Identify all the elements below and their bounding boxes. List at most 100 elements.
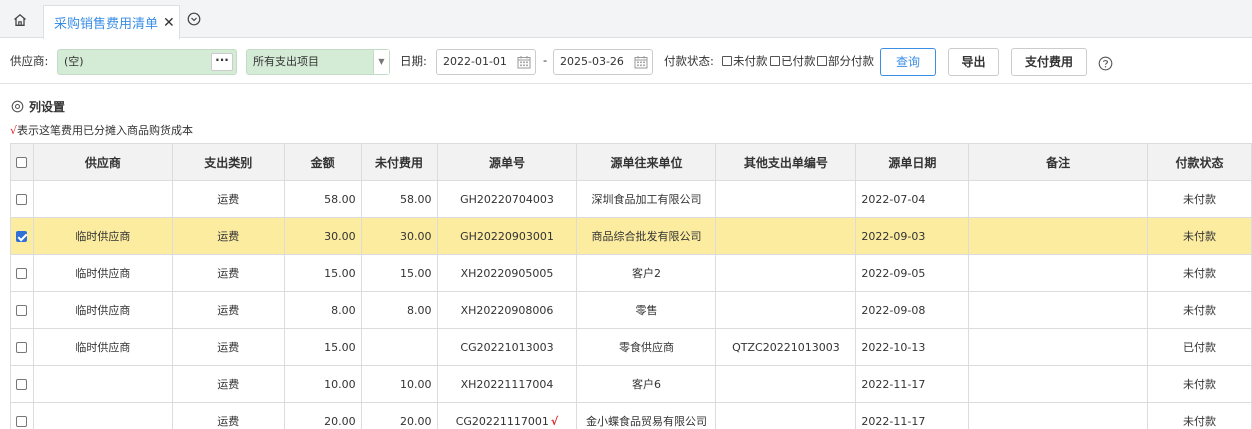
cell-supplier: 临时供应商 xyxy=(32,328,173,366)
cell-amount: 15.00 xyxy=(283,254,362,292)
row-select-cell[interactable] xyxy=(10,365,34,403)
tab-expense-list[interactable]: 采购销售费用清单 ✕ xyxy=(43,5,180,39)
calendar-icon[interactable] xyxy=(517,55,531,69)
header-select-all[interactable] xyxy=(10,143,34,181)
query-button[interactable]: 查询 xyxy=(880,48,936,76)
row-select-cell[interactable] xyxy=(10,291,34,329)
checkbox-box[interactable] xyxy=(770,56,780,66)
row-select-cell[interactable] xyxy=(10,217,34,255)
home-button[interactable] xyxy=(4,6,36,34)
cell-other-expense-no xyxy=(715,217,857,255)
header-unpaid[interactable]: 未付费用 xyxy=(360,143,438,181)
row-select-cell[interactable] xyxy=(10,180,34,218)
cell-pay-status-text: 未付款 xyxy=(1183,378,1216,391)
row-checkbox[interactable] xyxy=(16,379,28,390)
cell-category: 运费 xyxy=(171,291,285,329)
row-checkbox[interactable] xyxy=(16,416,28,427)
cell-supplier-text: 临时供应商 xyxy=(75,341,131,354)
cell-other-expense-no-text: QTZC20221013003 xyxy=(732,340,840,354)
cell-category-text: 运费 xyxy=(217,304,240,317)
supplier-more-button[interactable]: ··· xyxy=(211,53,233,71)
note-text: 表示这笔费用已分摊入商品购货成本 xyxy=(17,124,194,137)
cell-pay-status: 未付款 xyxy=(1147,402,1252,429)
cell-unpaid: 30.00 xyxy=(360,217,438,255)
cell-source-party: 客户6 xyxy=(576,365,717,403)
cell-amount: 20.00 xyxy=(283,402,362,429)
cell-source-party: 零售 xyxy=(576,291,717,329)
cell-source-date: 2022-09-08 xyxy=(855,291,970,329)
cell-source-no-text: CG20221013003 xyxy=(460,340,554,354)
cell-pay-status-text: 未付款 xyxy=(1183,267,1216,280)
cell-unpaid-text: 58.00 xyxy=(400,192,432,206)
pay-expense-button[interactable]: 支付费用 xyxy=(1011,48,1087,76)
column-settings-button[interactable]: 列设置 xyxy=(11,98,65,115)
row-select-cell[interactable] xyxy=(10,402,34,429)
cell-source-party-text: 零售 xyxy=(635,304,658,317)
row-select-cell[interactable] xyxy=(10,254,34,292)
cell-amount-text: 15.00 xyxy=(324,266,356,280)
calendar-icon[interactable] xyxy=(634,55,648,69)
cell-other-expense-no xyxy=(715,180,857,218)
header-other-expense-no[interactable]: 其他支出单编号 xyxy=(715,143,857,181)
row-checkbox[interactable] xyxy=(16,268,28,279)
row-checkbox[interactable] xyxy=(16,305,28,316)
status-unpaid-checkbox[interactable]: 未付款 xyxy=(722,53,768,69)
checkbox-box[interactable] xyxy=(722,56,732,66)
cell-amount: 30.00 xyxy=(283,217,362,255)
pay-status-label: 付款状态: xyxy=(664,54,714,68)
export-button[interactable]: 导出 xyxy=(948,48,999,76)
cell-supplier-text: 临时供应商 xyxy=(75,267,131,280)
supplier-input[interactable]: (空) ··· xyxy=(57,49,237,75)
chevron-down-circle-icon[interactable] xyxy=(186,11,202,27)
table-row[interactable]: 临时供应商 运费 15.00 15.00 XH20220905005 客户2 2022-09… xyxy=(10,254,1252,292)
cell-amount-text: 30.00 xyxy=(324,229,356,243)
row-checkbox[interactable] xyxy=(16,194,28,205)
checkbox-box[interactable] xyxy=(817,56,827,66)
date-to-input[interactable]: 2025-03-26 xyxy=(553,49,653,75)
expense-category-select[interactable]: 所有支出项目 ▼ xyxy=(246,49,390,75)
header-supplier[interactable]: 供应商 xyxy=(32,143,173,181)
checkbox[interactable] xyxy=(16,157,28,168)
tab-label: 采购销售费用清单 xyxy=(54,17,159,32)
caret-down-icon[interactable]: ▼ xyxy=(373,50,389,74)
expense-category-value: 所有支出项目 xyxy=(253,55,319,68)
row-checkbox[interactable] xyxy=(16,231,28,242)
status-partial-label: 部分付款 xyxy=(828,54,874,68)
header-source-party[interactable]: 源单往来单位 xyxy=(576,143,717,181)
cell-source-date-text: 2022-09-05 xyxy=(861,266,926,280)
cell-unpaid-text: 15.00 xyxy=(400,266,432,280)
cell-source-no-text: XH20220908006 xyxy=(460,303,554,317)
row-checkbox[interactable] xyxy=(16,342,28,353)
date-label: 日期: xyxy=(400,54,427,68)
header-pay-status[interactable]: 付款状态 xyxy=(1147,143,1252,181)
cell-amount: 8.00 xyxy=(283,291,362,329)
header-amount[interactable]: 金额 xyxy=(283,143,362,181)
cell-source-no-text: XH20221117004 xyxy=(460,377,554,391)
table-row[interactable]: 运费 20.00 20.00 CG20221117001 √ 金小蝶食品贸易有限公司 202… xyxy=(10,402,1252,429)
table-row[interactable]: 临时供应商 运费 15.00 CG20221013003 零食供应商 QTZC202210… xyxy=(10,328,1252,366)
header-source-no[interactable]: 源单号 xyxy=(436,143,578,181)
cell-source-party-text: 商品综合批发有限公司 xyxy=(591,230,702,243)
header-category[interactable]: 支出类别 xyxy=(171,143,285,181)
cell-pay-status-text: 已付款 xyxy=(1183,341,1216,354)
row-select-cell[interactable] xyxy=(10,328,34,366)
table-row[interactable]: 运费 10.00 10.00 XH20221117004 客户6 2022-11-17 未付… xyxy=(10,365,1252,403)
table-row[interactable]: 运费 58.00 58.00 GH20220704003 深圳食品加工有限公司 2022-… xyxy=(10,180,1252,218)
header-remark[interactable]: 备注 xyxy=(968,143,1149,181)
cost-allocation-note: √表示这笔费用已分摊入商品购货成本 xyxy=(10,122,193,138)
status-partial-checkbox[interactable]: 部分付款 xyxy=(817,53,874,69)
cell-category-text: 运费 xyxy=(217,193,240,206)
help-icon[interactable] xyxy=(1098,56,1113,71)
cell-source-party: 商品综合批发有限公司 xyxy=(576,217,717,255)
status-paid-checkbox[interactable]: 已付款 xyxy=(770,53,816,69)
supplier-value: (空) xyxy=(64,55,84,68)
date-from-input[interactable]: 2022-01-01 xyxy=(436,49,536,75)
gear-icon xyxy=(11,100,24,113)
cell-source-date: 2022-09-05 xyxy=(855,254,970,292)
header-source-date[interactable]: 源单日期 xyxy=(855,143,970,181)
cell-amount-text: 15.00 xyxy=(324,340,356,354)
table-row[interactable]: 临时供应商 运费 8.00 8.00 XH20220908006 零售 2022-09-08… xyxy=(10,291,1252,329)
close-icon[interactable]: ✕ xyxy=(163,15,175,31)
cell-amount: 15.00 xyxy=(283,328,362,366)
table-row[interactable]: 临时供应商 运费 30.00 30.00 GH20220903001 商品综合批发有限公司… xyxy=(10,217,1252,255)
